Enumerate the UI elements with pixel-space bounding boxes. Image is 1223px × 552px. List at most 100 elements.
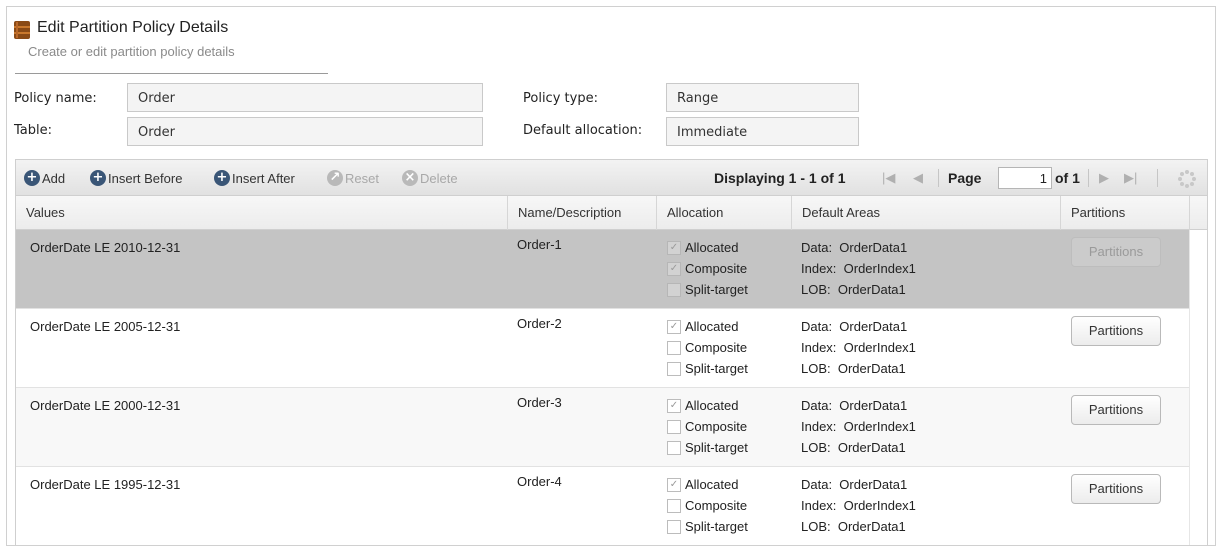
- row-default-areas: Data: OrderData1 Index: OrderIndex1 LOB: O…: [801, 237, 916, 300]
- paging-separator: [1088, 169, 1089, 187]
- paging-status: Displaying 1 - 1 of 1: [714, 170, 846, 186]
- page-subtitle: Create or edit partition policy details: [28, 44, 235, 59]
- allocation-option[interactable]: Split-target: [667, 516, 748, 537]
- row-name: Order-4: [517, 474, 562, 489]
- checkbox[interactable]: ✓: [667, 398, 681, 413]
- plus-circle-icon: +: [24, 170, 40, 186]
- row-default-areas: Data: OrderData1 Index: OrderIndex1 LOB: O…: [801, 474, 916, 537]
- header-divider: [15, 73, 328, 74]
- partitions-button[interactable]: Partitions: [1071, 395, 1161, 425]
- table-row[interactable]: OrderDate LE 2000-12-31 Order-3 ✓ Allocat…: [16, 388, 1190, 467]
- default-area-line: LOB: OrderData1: [801, 519, 906, 534]
- column-header-default-areas[interactable]: Default Areas: [792, 196, 1061, 230]
- partitions-button[interactable]: Partitions: [1071, 316, 1161, 346]
- default-area-line: LOB: OrderData1: [801, 361, 906, 376]
- allocation-option[interactable]: Composite: [667, 495, 748, 516]
- insert-before-button[interactable]: + Insert Before: [90, 169, 182, 187]
- allocation-option[interactable]: ✓ Allocated: [667, 395, 748, 416]
- default-area-line: Data: OrderData1: [801, 240, 908, 255]
- table-row[interactable]: OrderDate LE 2005-12-31 Order-2 ✓ Allocat…: [16, 309, 1190, 388]
- policy-panel: Edit Partition Policy Details Create or …: [6, 6, 1216, 546]
- reset-icon: ↗: [327, 170, 343, 186]
- grid-column-header: Values Name/Description Allocation Defau…: [16, 196, 1207, 230]
- allocation-option[interactable]: Split-target: [667, 279, 748, 300]
- checkbox[interactable]: [667, 440, 681, 455]
- checkbox[interactable]: [667, 419, 681, 434]
- table-field[interactable]: Order: [127, 117, 483, 146]
- row-name: Order-1: [517, 237, 562, 252]
- partitions-button[interactable]: Partitions: [1071, 237, 1161, 267]
- row-values: OrderDate LE 1995-12-31: [30, 477, 181, 492]
- default-area-line: LOB: OrderData1: [801, 440, 906, 455]
- default-allocation-label: Default allocation:: [523, 123, 643, 138]
- table-row[interactable]: OrderDate LE 2010-12-31 Order-1 ✓ Allocat…: [16, 230, 1190, 309]
- default-area-line: Data: OrderData1: [801, 319, 908, 334]
- prev-page-icon[interactable]: ◀: [913, 170, 923, 186]
- refresh-icon[interactable]: [1177, 169, 1197, 189]
- allocation-option[interactable]: Split-target: [667, 437, 748, 458]
- add-button[interactable]: + Add: [24, 169, 65, 187]
- allocation-option[interactable]: ✓ Allocated: [667, 237, 748, 258]
- page-label: Page: [948, 170, 982, 186]
- last-page-icon[interactable]: ▶|: [1124, 170, 1137, 186]
- row-default-areas: Data: OrderData1 Index: OrderIndex1 LOB: O…: [801, 316, 916, 379]
- checkbox[interactable]: [667, 519, 681, 534]
- reset-button[interactable]: ↗ Reset: [327, 169, 379, 187]
- row-name: Order-2: [517, 316, 562, 331]
- checkbox[interactable]: ✓: [667, 319, 681, 334]
- default-area-line: Index: OrderIndex1: [801, 340, 916, 355]
- column-header-allocation[interactable]: Allocation: [657, 196, 792, 230]
- checkbox[interactable]: ✓: [667, 477, 681, 492]
- row-default-areas: Data: OrderData1 Index: OrderIndex1 LOB: O…: [801, 395, 916, 458]
- allocation-option[interactable]: ✓ Allocated: [667, 474, 748, 495]
- grid-toolbar: + Add + Insert Before + Insert After ↗ R…: [16, 160, 1207, 196]
- plus-circle-icon: +: [90, 170, 106, 186]
- delete-button[interactable]: × Delete: [402, 169, 458, 187]
- default-area-line: Index: OrderIndex1: [801, 419, 916, 434]
- checkbox[interactable]: [667, 282, 681, 297]
- allocation-option[interactable]: Composite: [667, 416, 748, 437]
- column-header-values[interactable]: Values: [16, 196, 508, 230]
- partitions-button[interactable]: Partitions: [1071, 474, 1161, 504]
- paging-separator: [1157, 169, 1158, 187]
- policy-type-field[interactable]: Range: [666, 83, 859, 112]
- next-page-icon[interactable]: ▶: [1099, 170, 1109, 186]
- default-area-line: LOB: OrderData1: [801, 282, 906, 297]
- table-label: Table:: [14, 123, 52, 138]
- row-values: OrderDate LE 2005-12-31: [30, 319, 181, 334]
- checkbox[interactable]: ✓: [667, 261, 681, 276]
- default-area-line: Data: OrderData1: [801, 477, 908, 492]
- allocation-option[interactable]: ✓ Composite: [667, 258, 748, 279]
- partition-grid: + Add + Insert Before + Insert After ↗ R…: [15, 159, 1208, 545]
- checkbox[interactable]: ✓: [667, 240, 681, 255]
- allocation-option[interactable]: ✓ Allocated: [667, 316, 748, 337]
- policy-name-field[interactable]: Order: [127, 83, 483, 112]
- row-allocation: ✓ Allocated Composite Split-target: [667, 474, 748, 537]
- checkbox[interactable]: [667, 361, 681, 376]
- allocation-option[interactable]: Split-target: [667, 358, 748, 379]
- default-area-line: Index: OrderIndex1: [801, 261, 916, 276]
- page-count-label: of 1: [1055, 170, 1080, 186]
- vertical-scrollbar[interactable]: [1189, 230, 1207, 545]
- page-number-input[interactable]: 1: [998, 167, 1052, 189]
- first-page-icon[interactable]: |◀: [882, 170, 895, 186]
- close-circle-icon: ×: [402, 170, 418, 186]
- database-icon: [14, 21, 30, 39]
- row-name: Order-3: [517, 395, 562, 410]
- policy-type-label: Policy type:: [523, 91, 598, 106]
- default-allocation-field[interactable]: Immediate: [666, 117, 859, 146]
- row-allocation: ✓ Allocated Composite Split-target: [667, 316, 748, 379]
- paging-separator: [938, 169, 939, 187]
- default-area-line: Index: OrderIndex1: [801, 498, 916, 513]
- row-values: OrderDate LE 2010-12-31: [30, 240, 181, 255]
- checkbox[interactable]: [667, 340, 681, 355]
- column-header-partitions[interactable]: Partitions: [1061, 196, 1190, 230]
- column-header-name[interactable]: Name/Description: [508, 196, 657, 230]
- plus-circle-icon: +: [214, 170, 230, 186]
- table-row[interactable]: OrderDate LE 1995-12-31 Order-4 ✓ Allocat…: [16, 467, 1190, 545]
- checkbox[interactable]: [667, 498, 681, 513]
- allocation-option[interactable]: Composite: [667, 337, 748, 358]
- row-allocation: ✓ Allocated Composite Split-target: [667, 395, 748, 458]
- default-area-line: Data: OrderData1: [801, 398, 908, 413]
- insert-after-button[interactable]: + Insert After: [214, 169, 295, 187]
